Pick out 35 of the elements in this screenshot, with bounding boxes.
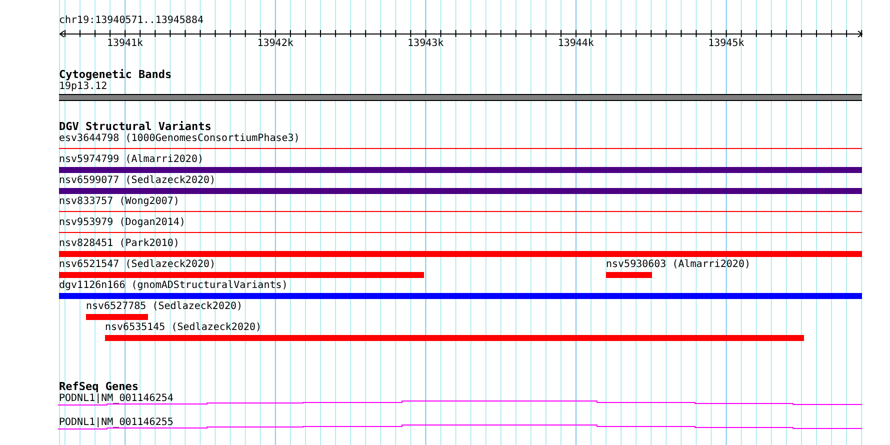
variant-bar[interactable] — [59, 251, 862, 257]
cytoband-bar[interactable] — [59, 94, 862, 101]
variant-bar[interactable] — [59, 188, 862, 194]
tick-label: 13943k — [408, 38, 444, 50]
tick-label: 13942k — [257, 38, 294, 50]
tick-label: 13941k — [106, 38, 144, 50]
variant-bar[interactable] — [59, 293, 862, 299]
variant-line[interactable] — [59, 211, 862, 212]
variant-label: nsv6535145 (Sedlazeck2020) — [105, 322, 262, 334]
gene-label: PODNL1|NM_001146254 — [59, 393, 174, 405]
variant-label: dgv1126n166 (gnomADStructuralVariants) — [59, 280, 288, 292]
variant-bar[interactable] — [105, 335, 804, 341]
variant-bar[interactable] — [59, 167, 862, 173]
variant-label: nsv953979 (Dogan2014) — [59, 217, 186, 229]
band-label: 19p13.12 — [59, 81, 108, 93]
tick-label: 13945k — [708, 38, 744, 50]
track-title: Cytogenetic Bands — [59, 69, 172, 81]
variant-label: nsv833757 (Wong2007) — [59, 196, 180, 208]
variant-label: nsv828451 (Park2010) — [59, 238, 180, 250]
variant-bar[interactable] — [606, 272, 652, 278]
variant-label: nsv6527785 (Sedlazeck2020) — [86, 301, 243, 313]
variant-line[interactable] — [59, 148, 862, 149]
variant-label: nsv5930603 (Almarri2020) — [606, 259, 750, 271]
track-title: DGV Structural Variants — [59, 121, 212, 133]
variant-label: esv3644798 (1000GenomesConsortiumPhase3) — [59, 133, 300, 145]
tick-label: 13944k — [558, 38, 594, 50]
track-title: RefSeq Genes — [59, 381, 138, 393]
variant-bar[interactable] — [59, 272, 424, 278]
variant-label: nsv6599077 (Sedlazeck2020) — [59, 175, 216, 187]
gene-label: PODNL1|NM_001146255 — [59, 417, 174, 429]
variant-line[interactable] — [59, 232, 862, 233]
variant-bar[interactable] — [86, 314, 148, 320]
variant-label: nsv6521547 (Sedlazeck2020) — [59, 259, 216, 271]
variant-label: nsv5974799 (Almarri2020) — [59, 154, 204, 166]
location-label: chr19:13940571..13945884 — [59, 15, 204, 27]
